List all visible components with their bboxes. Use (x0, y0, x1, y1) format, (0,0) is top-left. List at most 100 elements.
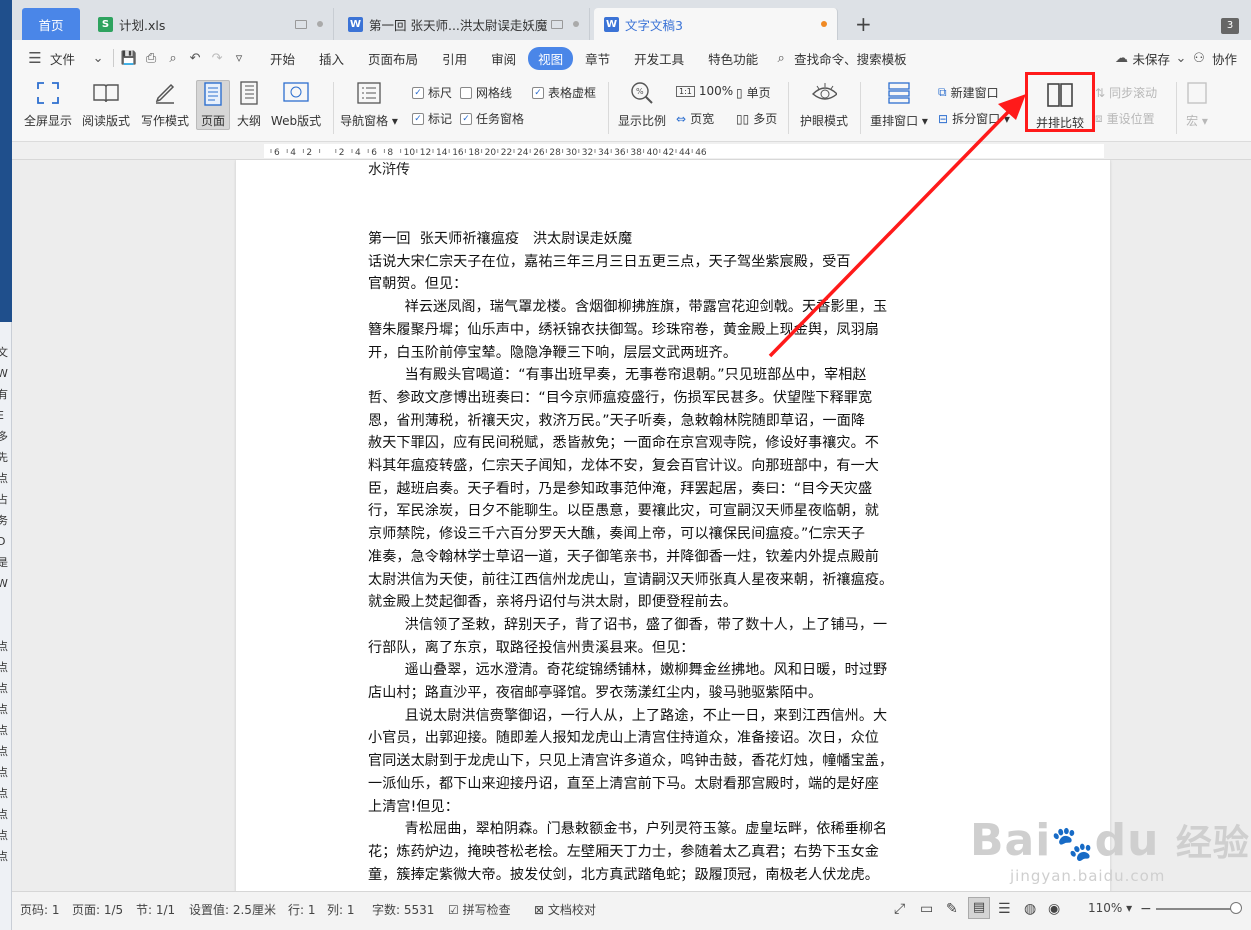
document-page[interactable]: 水浒传 第一回 张天师祈禳瘟疫 洪太尉误走妖魔 话说大宋仁宗天子在位，嘉祐三年三… (236, 160, 1110, 891)
web-view-icon[interactable]: ◍ (1024, 901, 1036, 917)
unsaved-dot-icon[interactable] (821, 21, 827, 27)
tab-shuihu-chapter1[interactable]: W 第一回 张天师...洪太尉误走妖魔 (338, 8, 590, 40)
file-menu[interactable]: 文件 (46, 49, 87, 68)
unsaved-status[interactable]: 未保存 (1132, 49, 1174, 68)
save-icon[interactable]: 💾 (118, 49, 140, 67)
document-canvas[interactable]: 水浒传 第一回 张天师祈禳瘟疫 洪太尉误走妖魔 话说大宋仁宗天子在位，嘉祐三年三… (12, 160, 1251, 891)
hamburger-menu-icon[interactable]: ☰ (24, 49, 46, 67)
multi-page-button[interactable]: ▯▯ 多页 (736, 110, 777, 127)
gridlines-checkbox[interactable]: 网格线 (460, 84, 512, 101)
document-title[interactable]: 水浒传 (368, 160, 410, 179)
zoom-100-button[interactable]: 1:1 100% (676, 84, 733, 98)
read-mode-icon[interactable]: ▭ (920, 901, 933, 917)
column-indicator[interactable]: 列: 1 (327, 901, 355, 918)
table-gridlines-checkbox[interactable]: ✓ 表格虚框 (532, 84, 596, 101)
horizontal-ruler[interactable]: 6 4 2 2 4 6 8 10 12 14 16 18 20 22 24 26 28 30 32 34 36 38 40 4… (12, 142, 1251, 160)
spell-check-icon: ☑ (448, 903, 459, 917)
background-text-fragment: W (0, 363, 11, 384)
page-width-button[interactable]: ⇔ 页宽 (676, 110, 714, 127)
outline-view-icon[interactable]: ☰ (998, 901, 1011, 917)
navigation-pane-button[interactable]: 导航窗格 ▾ (339, 80, 399, 129)
menu-chapter[interactable]: 章节 (573, 49, 622, 68)
collaborate-button[interactable]: 协作 (1210, 49, 1251, 68)
row-indicator[interactable]: 行: 1 (288, 901, 316, 918)
document-body-text[interactable]: 第一回 张天师祈禳瘟疫 洪太尉误走妖魔 话说大宋仁宗天子在位，嘉祐三年三月三日五… (368, 228, 943, 886)
split-window-button[interactable]: ⊟ 拆分窗口 ▾ (938, 110, 1010, 127)
print-icon[interactable]: ⎙ (140, 49, 162, 67)
zoom-slider-track[interactable] (1156, 908, 1234, 910)
redo-icon[interactable]: ↷ (206, 49, 228, 67)
page-view-button[interactable]: 页面 (196, 80, 230, 130)
checkbox-checked-icon[interactable]: ✓ (460, 112, 472, 125)
undo-icon[interactable]: ↶ (184, 49, 206, 67)
ruler-tick-label: 2 (306, 148, 312, 158)
single-page-button[interactable]: ▯ 单页 (736, 84, 771, 101)
chevron-down-icon[interactable]: ⌄ (87, 49, 109, 67)
eye-protection-icon[interactable]: ◉ (1048, 901, 1060, 917)
button-label: 拆分窗口 ▾ (952, 112, 1010, 126)
web-page-icon (283, 80, 309, 106)
menu-developer[interactable]: 开发工具 (622, 49, 696, 68)
write-mode-button[interactable]: 写作模式 (139, 80, 191, 129)
new-window-button[interactable]: ⧉ 新建窗口 (938, 84, 999, 101)
checkbox-label: 表格虚框 (548, 86, 597, 100)
macro-button[interactable]: 宏 ▾ (1182, 80, 1212, 129)
tab-label: 文字文稿3 (625, 17, 683, 33)
word-count[interactable]: 字数: 5531 (372, 901, 434, 918)
reset-position-button[interactable]: ⧈ 重设位置 (1095, 110, 1155, 127)
task-pane-checkbox[interactable]: ✓ 任务窗格 (460, 110, 524, 127)
sync-scroll-button[interactable]: ⇅ 同步滚动 (1095, 84, 1157, 101)
read-mode-button[interactable]: 阅读版式 (80, 80, 132, 129)
window-preview-icon[interactable] (295, 19, 307, 29)
reset-position-icon: ⧈ (1095, 111, 1103, 125)
checkbox-checked-icon[interactable]: ✓ (532, 86, 544, 99)
zoom-level[interactable]: 110% ▾ (1088, 901, 1132, 915)
menu-references[interactable]: 引用 (430, 49, 479, 68)
setting-value[interactable]: 设置值: 2.5厘米 (189, 901, 276, 918)
page-view-icon[interactable]: ▤ (968, 897, 990, 919)
section-count[interactable]: 节: 1/1 (136, 901, 175, 918)
zoom-out-icon[interactable]: − (1140, 901, 1152, 917)
chevron-down-icon[interactable]: ⌄ (1174, 49, 1188, 67)
menu-home[interactable]: 开始 (258, 49, 307, 68)
outline-view-button[interactable]: 大纲 (234, 80, 264, 129)
proofread-button[interactable]: ⊠ 文档校对 (534, 901, 596, 918)
spell-check-button[interactable]: ☑ 拼写检查 (448, 901, 511, 918)
print-preview-icon[interactable]: ⌕ (162, 49, 184, 67)
zoom-slider-thumb[interactable] (1230, 902, 1242, 914)
tab-home[interactable]: 首页 (22, 8, 80, 40)
single-page-icon: ▯ (736, 85, 743, 100)
ruler-checkbox[interactable]: ✓ 标尺 (412, 84, 452, 101)
window-count-badge[interactable]: 3 (1221, 18, 1239, 34)
menu-page-layout[interactable]: 页面布局 (356, 49, 430, 68)
tab-close-dot[interactable] (573, 21, 579, 27)
tab-close-dot[interactable] (317, 21, 323, 27)
watermark-logo: Bai (970, 815, 1052, 866)
menu-insert[interactable]: 插入 (307, 49, 356, 68)
page-number[interactable]: 页码: 1 (20, 901, 60, 918)
fullscreen-button[interactable]: 全屏显示 (22, 80, 74, 129)
menu-review[interactable]: 审阅 (479, 49, 528, 68)
command-search[interactable]: 查找命令、搜索模板 (792, 49, 919, 68)
fullscreen-icon[interactable]: ⤢ (894, 901, 905, 917)
window-preview-icon[interactable] (551, 19, 563, 29)
eye-protection-button[interactable]: 护眼模式 (796, 80, 852, 129)
tab-plan-xls[interactable]: S 计划.xls (88, 8, 334, 40)
page-count[interactable]: 页面: 1/5 (72, 901, 123, 918)
checkbox-checked-icon[interactable]: ✓ (412, 86, 424, 99)
menu-view[interactable]: 视图 (528, 46, 574, 70)
ruler-tick-label: 6 (371, 148, 377, 158)
tab-document3[interactable]: W 文字文稿3 (594, 8, 838, 40)
menu-special-features[interactable]: 特色功能 (696, 49, 770, 68)
customize-toolbar-icon[interactable]: ▿ (228, 49, 250, 67)
arrange-windows-button[interactable]: 重排窗口 ▾ (868, 80, 930, 129)
checkbox-unchecked-icon[interactable] (460, 86, 472, 99)
background-text-fragment: W (0, 573, 11, 594)
zoom-button[interactable]: % 显示比例 (616, 80, 668, 129)
new-tab-button[interactable]: + (855, 12, 872, 36)
marks-checkbox[interactable]: ✓ 标记 (412, 110, 452, 127)
write-mode-icon[interactable]: ✎ (946, 901, 958, 917)
checkbox-checked-icon[interactable]: ✓ (412, 112, 424, 125)
background-text-fragment: 点 (0, 783, 11, 804)
web-view-button[interactable]: Web版式 (268, 80, 324, 129)
